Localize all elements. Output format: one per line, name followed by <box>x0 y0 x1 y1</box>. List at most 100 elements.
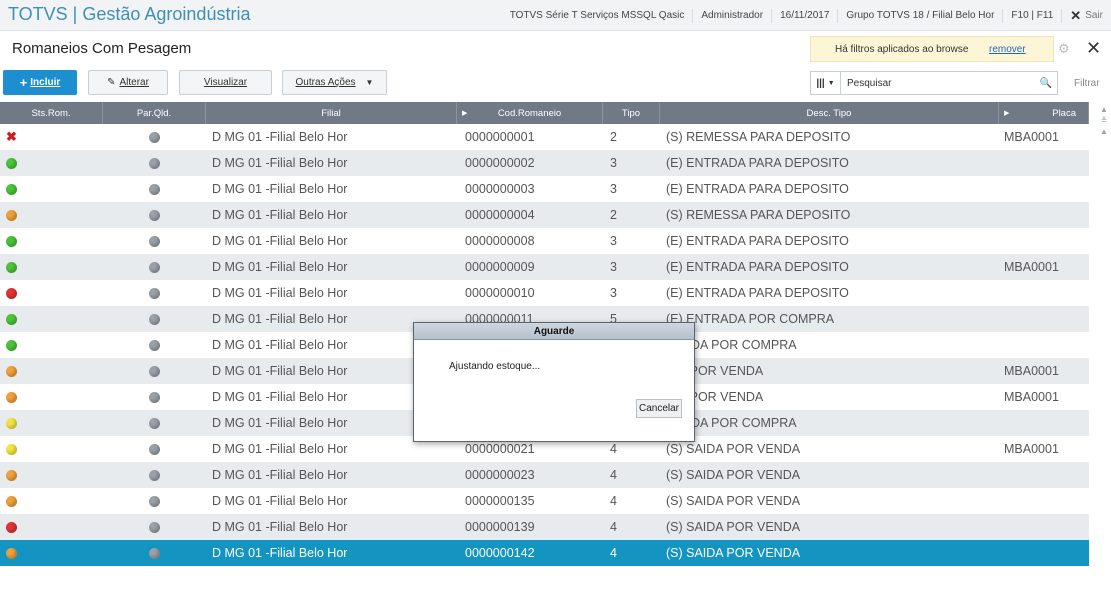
status-dot-icon <box>6 287 17 299</box>
col-filial[interactable]: Filial <box>206 102 457 124</box>
sort-icon: ▶ <box>1004 110 1010 117</box>
environment-label: TOTVS Série T Serviços MSSQL Qasic <box>509 9 685 21</box>
cell-par-qld <box>103 150 206 176</box>
cell-status <box>0 514 103 540</box>
columns-icon[interactable]: ||| ▼ <box>811 72 841 94</box>
gear-icon[interactable]: ⚙ <box>1058 41 1070 57</box>
filter-link[interactable]: Filtrar <box>1074 78 1100 89</box>
table-row[interactable]: D MG 01 -Filial Belo Hor 0000000004 2 (S) R… <box>0 202 1089 228</box>
col-tipo[interactable]: Tipo <box>603 102 660 124</box>
col-par-qld[interactable]: Par.Qld. <box>103 102 206 124</box>
cell-tipo: 4 <box>610 468 617 482</box>
cell-status <box>0 254 103 280</box>
col-cod-romaneio[interactable]: ▶ Cod.Romaneio <box>457 102 603 124</box>
search-input[interactable]: Pesquisar <box>847 78 1035 89</box>
visualizar-label: Visualizar <box>203 77 248 88</box>
visualizar-button[interactable]: Visualizar <box>179 70 272 95</box>
cell-filial: D MG 01 -Filial Belo Hor <box>212 208 348 222</box>
table-row[interactable]: D MG 01 -Filial Belo Hor 0000000023 4 (S) S… <box>0 462 1089 488</box>
cell-desc: TRADA POR COMPRA <box>666 338 797 352</box>
table-row[interactable]: D MG 01 -Filial Belo Hor 0000000139 4 (S) S… <box>0 514 1089 540</box>
cell-cod: 0000000023 <box>465 468 535 482</box>
cell-status <box>0 150 103 176</box>
quality-dot-icon <box>149 443 160 455</box>
quality-dot-icon <box>149 287 160 299</box>
grid-scrollbar[interactable]: ▲ ≜ ▲ <box>1097 102 1111 154</box>
alterar-button[interactable]: ✎ Alterar <box>88 70 168 95</box>
date-label: 16/11/2017 <box>771 8 837 23</box>
sort-icon: ▶ <box>462 110 468 117</box>
cell-status <box>0 358 103 384</box>
table-row[interactable]: D MG 01 -Filial Belo Hor 0000000002 3 (E) E… <box>0 150 1089 176</box>
scroll-page-up-icon: ≜ <box>1100 116 1108 125</box>
table-row[interactable]: D MG 01 -Filial Belo Hor 0000000003 3 (E) E… <box>0 176 1089 202</box>
search-icon[interactable]: 🔍 <box>1035 78 1057 89</box>
cell-par-qld <box>103 176 206 202</box>
cell-status <box>0 306 103 332</box>
table-row[interactable]: D MG 01 -Filial Belo Hor 0000000008 3 (E) E… <box>0 228 1089 254</box>
cell-desc: (S) SAIDA POR VENDA <box>666 494 801 508</box>
cell-desc: (S) REMESSA PARA DEPOSITO <box>666 208 851 222</box>
cell-filial: D MG 01 -Filial Belo Hor <box>212 130 348 144</box>
cell-status <box>0 436 103 462</box>
exit-label: Sair <box>1085 9 1103 21</box>
table-row[interactable]: D MG 01 -Filial Belo Hor 0000000135 4 (S) S… <box>0 488 1089 514</box>
cell-status <box>0 280 103 306</box>
cell-desc: (E) ENTRADA PARA DEPOSITO <box>666 286 849 300</box>
incluir-label: Incluir <box>30 77 61 88</box>
quality-dot-icon <box>149 339 160 351</box>
col-desc-tipo[interactable]: Desc. Tipo <box>660 102 999 124</box>
outras-label: Outras Ações <box>295 77 356 88</box>
cell-status <box>0 462 103 488</box>
filter-message: Há filtros aplicados ao browse <box>835 44 969 55</box>
status-dot-icon <box>6 547 17 559</box>
exit-button[interactable]: ✕ Sair <box>1061 8 1111 23</box>
cell-placa: MBA0001 <box>1004 130 1059 144</box>
status-dot-icon <box>6 391 17 403</box>
status-dot-icon <box>6 183 17 195</box>
caret-down-icon: ▼ <box>365 78 374 87</box>
table-row[interactable]: D MG 01 -Filial Belo Hor 0000000142 4 (S) S… <box>0 540 1089 566</box>
cell-status <box>0 332 103 358</box>
quality-dot-icon <box>149 261 160 273</box>
cell-cod: 0000000139 <box>465 520 535 534</box>
session-info: TOTVS Série T Serviços MSSQL Qasic Admin… <box>502 0 1111 31</box>
cell-cod: 0000000135 <box>465 494 535 508</box>
col-sts-rom[interactable]: Sts.Rom. <box>0 102 103 124</box>
app-brand: TOTVS | Gestão Agroindústria <box>8 4 251 24</box>
cell-par-qld <box>103 202 206 228</box>
search-box[interactable]: ||| ▼ Pesquisar 🔍 <box>810 71 1058 95</box>
cell-filial: D MG 01 -Filial Belo Hor <box>212 234 348 248</box>
cell-par-qld <box>103 462 206 488</box>
col-placa[interactable]: ▶ Placa <box>999 102 1089 124</box>
table-row[interactable]: D MG 01 -Filial Belo Hor 0000000009 3 (E) E… <box>0 254 1089 280</box>
quality-dot-icon <box>149 209 160 221</box>
incluir-button[interactable]: + Incluir <box>3 70 77 95</box>
user-label: Administrador <box>692 8 771 23</box>
cell-par-qld <box>103 228 206 254</box>
remove-filter-link[interactable]: remover <box>989 44 1026 55</box>
table-row[interactable]: D MG 01 -Filial Belo Hor 0000000010 3 (E) E… <box>0 280 1089 306</box>
cell-par-qld <box>103 540 206 566</box>
status-dot-icon <box>6 209 17 221</box>
cell-par-qld <box>103 280 206 306</box>
cancel-button[interactable]: Cancelar <box>636 399 682 418</box>
branch-label[interactable]: Grupo TOTVS 18 / Filial Belo Hor <box>837 8 1002 23</box>
cell-desc: (S) SAIDA POR VENDA <box>666 442 801 456</box>
cell-desc: (E) ENTRADA POR COMPRA <box>666 312 835 326</box>
table-row[interactable]: ✖ D MG 01 -Filial Belo Hor 0000000001 2 (S) … <box>0 124 1089 150</box>
cell-cod: 0000000009 <box>465 260 535 274</box>
cell-tipo: 2 <box>610 208 617 222</box>
close-icon[interactable]: ✕ <box>1086 38 1101 59</box>
outras-acoes-button[interactable]: Outras Ações ▼ <box>282 70 387 95</box>
shortcuts-label[interactable]: F10 | F11 <box>1002 8 1061 23</box>
cell-filial: D MG 01 -Filial Belo Hor <box>212 494 348 508</box>
pencil-icon: ✎ <box>107 77 116 88</box>
scroll-up-icon: ▲ <box>1100 127 1108 136</box>
cell-placa: MBA0001 <box>1004 260 1059 274</box>
cell-placa <box>999 228 1089 254</box>
dialog-title: Aguarde <box>414 323 694 340</box>
status-dot-icon <box>6 261 17 273</box>
cell-status <box>0 202 103 228</box>
cell-desc: (E) ENTRADA PARA DEPOSITO <box>666 260 849 274</box>
